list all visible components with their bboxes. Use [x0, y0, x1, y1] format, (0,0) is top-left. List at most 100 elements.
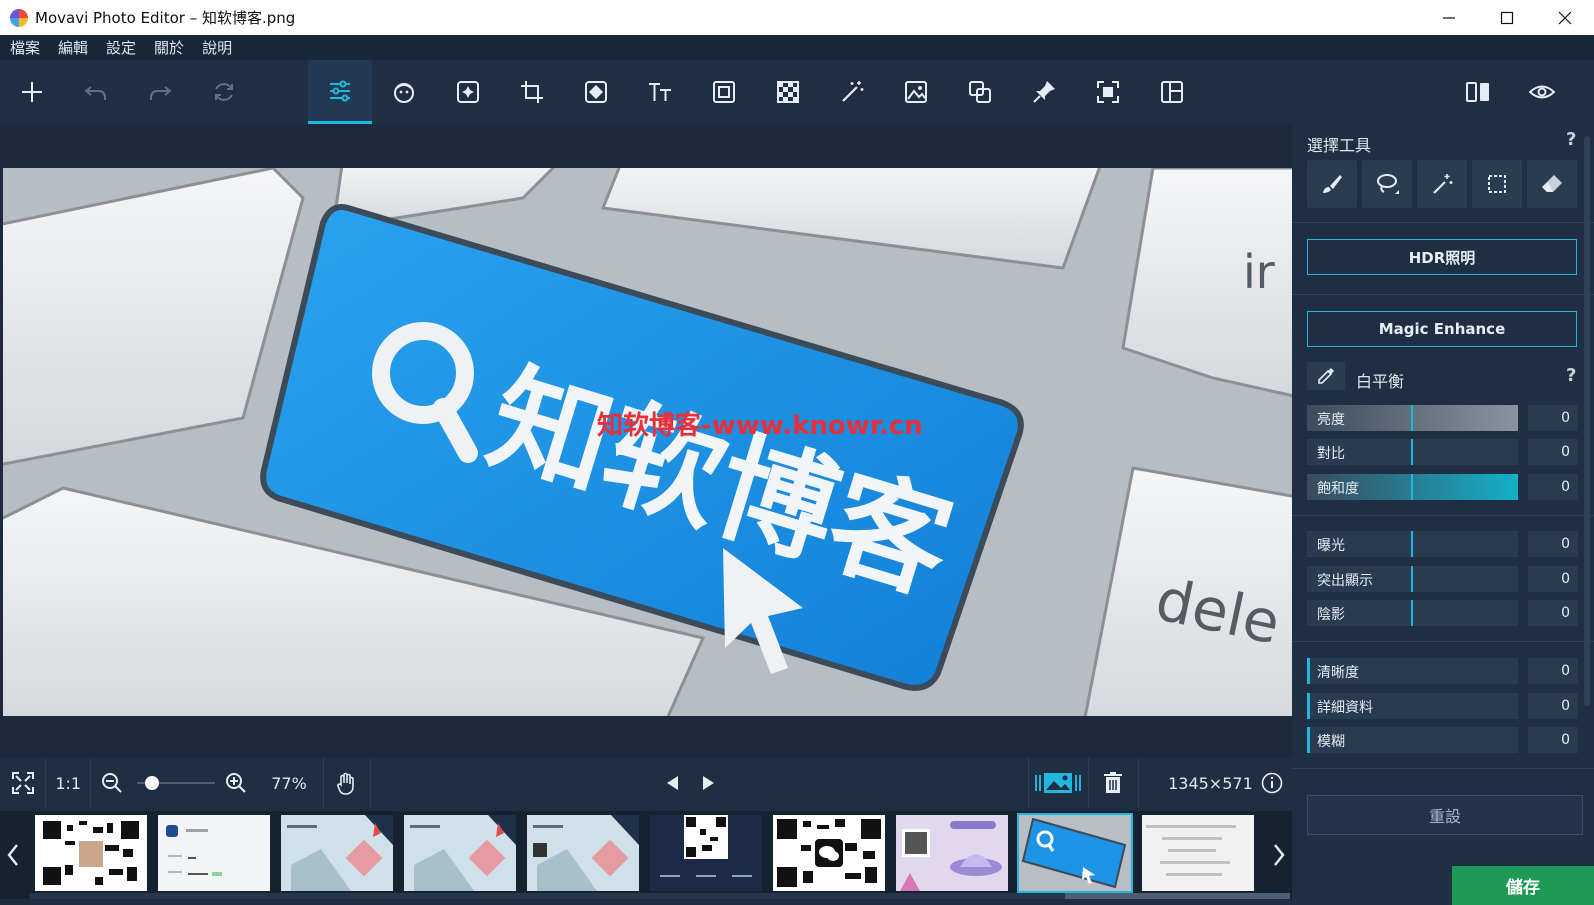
image-info-button[interactable] [1253, 758, 1292, 808]
retouch-tab[interactable] [372, 60, 436, 124]
shadows-value[interactable]: 0 [1528, 600, 1578, 626]
menu-edit[interactable]: 編輯 [58, 37, 88, 58]
clarity-value[interactable]: 0 [1528, 658, 1578, 684]
blur-slider[interactable]: 模糊 [1307, 727, 1518, 753]
save-button[interactable]: 儲存 [1452, 866, 1594, 905]
add-button[interactable] [0, 60, 64, 124]
filmstrip-thumb-5[interactable] [527, 815, 639, 891]
next-image-button[interactable] [690, 758, 725, 808]
lasso-select-button[interactable] [1362, 160, 1412, 208]
delete-image-button[interactable] [1089, 758, 1138, 808]
panel-divider [1292, 515, 1594, 516]
slider-marker [1411, 600, 1413, 626]
resize-tab[interactable] [1076, 60, 1140, 124]
layout-tab[interactable] [1140, 60, 1204, 124]
highlights-slider[interactable]: 突出顯示 [1307, 566, 1518, 592]
panel-scrollbar[interactable] [1584, 136, 1590, 706]
watermark-text: 知软博客-www.knowr.cn [597, 410, 923, 441]
magic-select-button[interactable] [1417, 160, 1467, 208]
detail-value[interactable]: 0 [1528, 693, 1578, 719]
filmstrip-icon [1035, 773, 1082, 793]
effects-tab[interactable] [436, 60, 500, 124]
filmstrip-thumb-3[interactable] [281, 815, 393, 891]
rectangle-select-button[interactable] [1472, 160, 1522, 208]
filmstrip-scrollbar-thumb[interactable] [1065, 893, 1290, 899]
text-tab[interactable] [628, 60, 692, 124]
filmstrip-scrollbar[interactable] [30, 893, 1290, 899]
undo-button[interactable] [64, 60, 128, 124]
filmstrip-thumb-2[interactable] [158, 815, 270, 891]
adjust-tab[interactable] [308, 60, 372, 124]
filmstrip-next-button[interactable] [1266, 811, 1292, 899]
brightness-value[interactable]: 0 [1528, 405, 1578, 431]
exposure-slider[interactable]: 曝光 [1307, 531, 1518, 557]
zoom-in-button[interactable] [225, 772, 254, 794]
filmstrip-thumb-8[interactable] [896, 815, 1008, 891]
zoom-out-icon [102, 773, 122, 793]
selection-tools-help-button[interactable]: ? [1566, 129, 1576, 150]
menu-file[interactable]: 檔案 [10, 37, 40, 58]
rotate-button[interactable] [192, 60, 256, 124]
pin-tab[interactable] [1012, 60, 1076, 124]
filmstrip-thumb-6[interactable] [650, 815, 762, 891]
brightness-slider[interactable]: 亮度 [1307, 405, 1518, 431]
minimize-button[interactable] [1420, 0, 1478, 35]
filmstrip-toggle-button[interactable] [1029, 758, 1088, 808]
menu-settings[interactable]: 設定 [106, 37, 136, 58]
compare-button[interactable] [1446, 60, 1510, 124]
crop-tab[interactable] [500, 60, 564, 124]
magic-enhance-button[interactable]: Magic Enhance [1307, 311, 1577, 347]
background-tab[interactable] [564, 60, 628, 124]
rotate-icon [215, 83, 233, 101]
frame-tab[interactable] [692, 60, 756, 124]
reset-button[interactable]: 重設 [1307, 795, 1583, 835]
blur-value[interactable]: 0 [1528, 727, 1578, 753]
previous-image-button[interactable] [655, 758, 690, 808]
redo-button[interactable] [128, 60, 192, 124]
hdr-lighting-button[interactable]: HDR照明 [1307, 239, 1577, 275]
saturation-value[interactable]: 0 [1528, 474, 1578, 500]
clarity-slider[interactable]: 清晰度 [1307, 658, 1518, 684]
detail-slider[interactable]: 詳細資料 [1307, 693, 1518, 719]
selection-tools-title: 選擇工具 [1307, 136, 1372, 155]
eraser-select-button[interactable] [1527, 160, 1577, 208]
replace-tab[interactable] [948, 60, 1012, 124]
insert-image-tab[interactable] [884, 60, 948, 124]
contrast-value[interactable]: 0 [1528, 439, 1578, 465]
hand-tool-button[interactable] [324, 758, 369, 808]
transparency-tab[interactable] [756, 60, 820, 124]
magic-wand-tab[interactable] [820, 60, 884, 124]
maximize-button[interactable] [1478, 0, 1536, 35]
menu-help[interactable]: 說明 [202, 37, 232, 58]
menu-about[interactable]: 關於 [154, 37, 184, 58]
close-button[interactable] [1536, 0, 1594, 35]
filmstrip-thumb-9-active[interactable] [1017, 813, 1133, 893]
contrast-slider[interactable]: 對比 [1307, 439, 1518, 465]
saturation-slider[interactable]: 飽和度 [1307, 474, 1518, 500]
white-balance-help-button[interactable]: ? [1566, 365, 1576, 386]
canvas-area[interactable]: 知软博客 dele ir 知软博客-www.knowr.cn [0, 124, 1292, 758]
filmstrip-thumb-10[interactable] [1142, 815, 1254, 891]
detail-label: 詳細資料 [1317, 700, 1373, 716]
replace-icon [969, 81, 991, 103]
redo-icon [150, 86, 172, 100]
filmstrip-prev-button[interactable] [0, 811, 26, 899]
fullscreen-button[interactable] [0, 758, 45, 808]
zoom-out-button[interactable] [101, 772, 130, 794]
zoom-slider-knob[interactable] [144, 776, 159, 790]
eyedropper-icon [1318, 368, 1334, 384]
zoom-slider[interactable] [136, 773, 215, 793]
actual-size-button[interactable]: 1:1 [46, 774, 90, 793]
filmstrip-thumb-7[interactable] [773, 815, 885, 891]
white-balance-picker-button[interactable] [1307, 362, 1345, 390]
triangle-left-icon [666, 776, 678, 790]
preview-button[interactable] [1510, 60, 1574, 124]
compare-icon [1466, 82, 1489, 102]
brush-select-button[interactable] [1307, 160, 1357, 208]
highlights-value[interactable]: 0 [1528, 566, 1578, 592]
filmstrip-thumb-4[interactable] [404, 815, 516, 891]
filmstrip-thumb-1[interactable] [35, 815, 147, 891]
shadows-slider[interactable]: 陰影 [1307, 600, 1518, 626]
exposure-value[interactable]: 0 [1528, 531, 1578, 557]
photo-canvas[interactable]: 知软博客 dele ir 知软博客-www.knowr.cn [3, 168, 1292, 716]
